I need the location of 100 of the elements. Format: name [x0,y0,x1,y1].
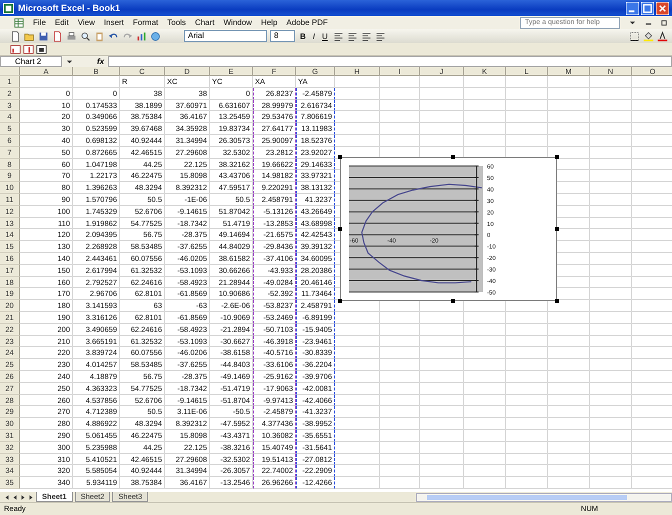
restore-icon[interactable] [661,19,668,26]
borders-icon[interactable] [629,30,640,42]
table-cell [590,465,632,478]
table-cell [548,88,590,100]
paint-bucket-icon[interactable] [643,30,654,42]
caret-icon[interactable] [66,58,73,65]
font-color-icon[interactable] [657,30,668,42]
table-cell [548,324,590,336]
table-cell [548,123,590,135]
align-icon[interactable] [360,30,372,42]
table-cell [590,229,632,242]
table-cell [380,394,420,406]
table-cell [464,312,506,324]
table-cell [548,454,590,466]
resize-handle[interactable] [555,155,559,159]
table-cell [590,252,632,265]
table-cell [420,88,464,100]
table-cell [380,76,420,88]
table-cell [548,477,590,489]
menu-item[interactable]: Help [260,18,278,27]
table-cell [548,312,590,324]
table-cell [464,418,506,430]
format-button[interactable]: U [320,30,330,42]
table-cell [420,406,464,418]
table-cell [506,465,548,478]
format-button[interactable]: B [298,30,308,42]
table-cell [464,465,506,478]
table-cell [548,359,590,371]
printer-icon[interactable] [66,30,77,42]
menu-item[interactable]: Adobe PDF [286,18,328,27]
window-title: Microsoft Excel - Book1 [18,3,120,13]
table-cell [590,241,632,253]
chart-icon[interactable] [36,44,47,54]
menu-item[interactable]: View [78,18,95,27]
table-cell [335,394,380,406]
table-cell [548,76,590,88]
table-cell [590,288,632,300]
formula-field[interactable] [108,56,672,67]
table-cell [506,394,548,406]
table-cell [335,134,380,147]
table-cell [335,359,380,371]
font-field[interactable]: Arial [184,30,267,42]
table-cell [506,370,548,383]
menu-item[interactable]: File [33,18,46,27]
clipboard-icon[interactable] [94,30,105,42]
table-cell [420,312,464,324]
format-button[interactable]: I [310,30,318,42]
resize-handle[interactable] [338,227,342,231]
table-cell [548,100,590,112]
table-cell [590,336,632,348]
table-cell [464,442,506,454]
menu-item[interactable]: Chart [194,18,214,27]
font-size-field[interactable]: 8 [270,30,295,42]
table-cell [380,430,420,442]
menu-item[interactable]: Window [224,18,252,27]
table-cell [590,406,632,418]
maximize-icon[interactable] [641,2,654,14]
table-cell [506,442,548,454]
close-icon[interactable] [656,2,669,14]
table-cell [590,430,632,442]
table-cell [506,477,548,489]
menu-item[interactable]: Edit [54,18,69,27]
caret-icon[interactable] [629,19,636,26]
resize-handle[interactable] [555,299,559,303]
align-icon[interactable] [346,30,358,42]
align-icon[interactable] [374,30,386,42]
table-cell [548,382,590,395]
menu-item[interactable]: Insert [104,18,124,27]
table-cell [420,442,464,454]
spreadsheet-icon[interactable] [14,18,24,28]
table-cell [380,442,420,454]
table-cell [590,182,632,194]
table-cell [506,359,548,371]
table-cell [420,347,464,360]
table-cell [420,76,464,88]
menu-item[interactable]: Tools [167,18,186,27]
resize-handle[interactable] [555,227,559,231]
minimize-icon[interactable] [626,2,639,14]
table-cell [420,359,464,371]
table-cell [335,454,380,466]
resize-handle[interactable] [338,155,342,159]
table-cell [548,347,590,360]
chart-icon[interactable] [23,44,34,54]
function-label[interactable]: fx [97,57,104,66]
horizontal-scrollbar[interactable] [416,492,672,502]
resize-handle[interactable] [338,299,342,303]
globe-icon[interactable] [150,30,161,42]
table-cell [380,418,420,430]
table-cell [590,206,632,218]
align-icon[interactable] [332,30,344,42]
table-cell [20,76,73,88]
table-cell [590,194,632,206]
magnifier-icon[interactable] [80,30,91,42]
resize-handle[interactable] [451,155,455,159]
resize-handle[interactable] [451,299,455,303]
table-cell [380,477,420,489]
chart-icon[interactable] [10,44,21,54]
table-cell [335,324,380,336]
name-box[interactable]: Chart 2 [0,56,62,67]
menu-item[interactable]: Format [132,18,158,27]
